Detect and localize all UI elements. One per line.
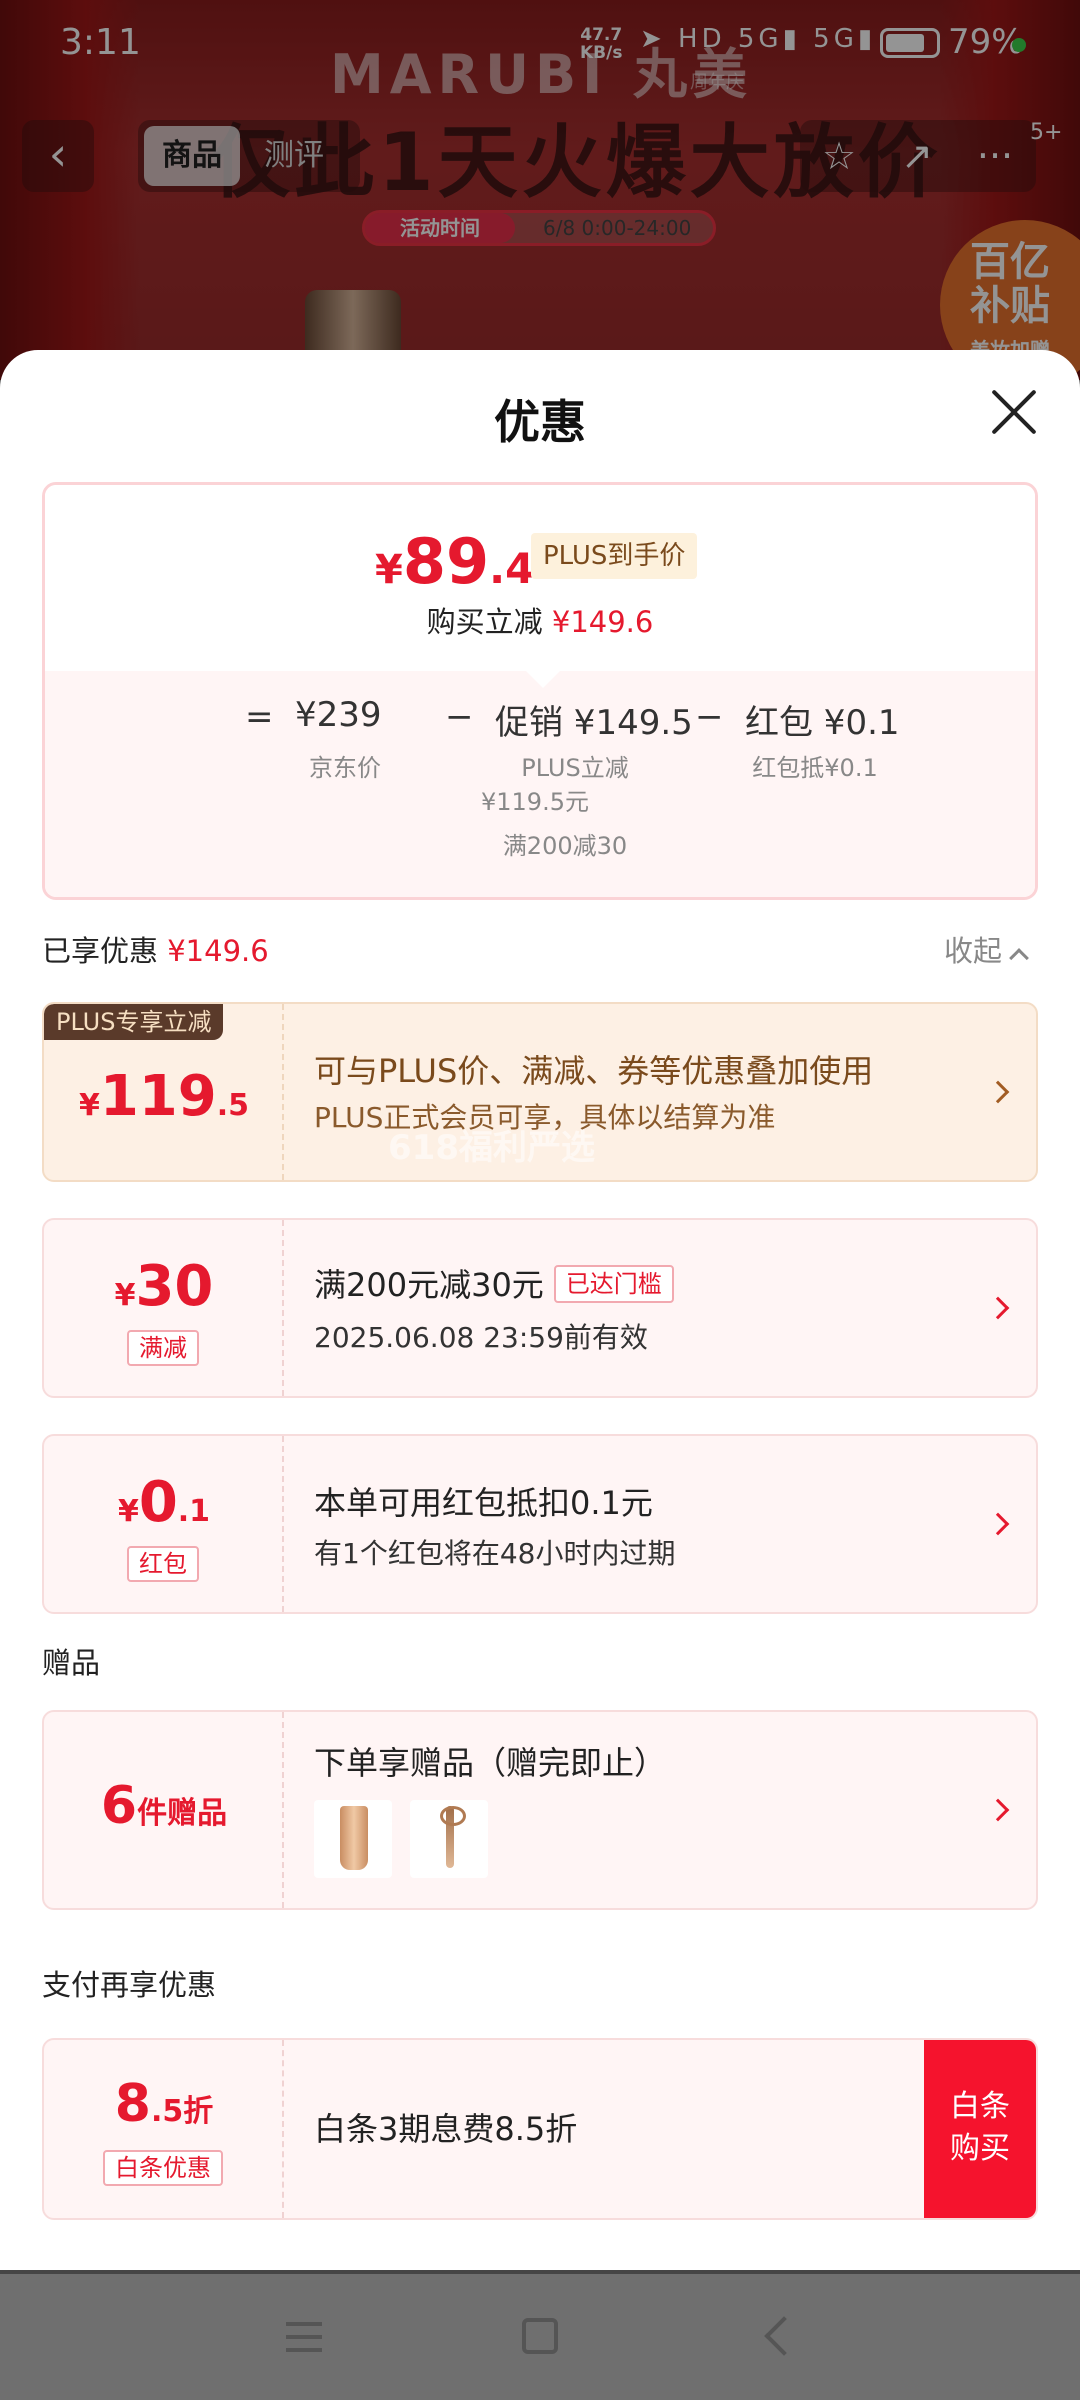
full-reduction-title: 满200元减30元 已达门槛	[314, 1260, 674, 1306]
redpacket-sub: 红包抵¥0.1	[752, 754, 878, 782]
enjoyed-discount: 已享优惠 ¥149.6	[42, 928, 269, 970]
watermark-text: 618福利严选	[388, 1128, 595, 1168]
gift-thumbnail-tool	[410, 1800, 488, 1878]
baitiao-buy-button[interactable]: 白条 购买	[924, 2040, 1036, 2218]
redpacket-card-left: ¥0.1 红包	[44, 1436, 284, 1612]
plus-amount-int: 119	[99, 1064, 217, 1129]
plus-price-tag: PLUS到手价	[531, 533, 698, 579]
plus-discount-amount: ¥119.5	[44, 1064, 284, 1129]
collapse-button[interactable]: 收起	[944, 928, 1029, 970]
promo-sub-plus: PLUS立减	[521, 754, 629, 782]
threshold-reached-badge: 已达门槛	[553, 1265, 674, 1303]
collapse-label: 收起	[944, 934, 1003, 968]
baitiao-card-content: 白条3期息费8.5折	[314, 2040, 996, 2218]
baitiao-card-left: 8.5折 白条优惠	[44, 2040, 284, 2218]
gift-title: 下单享赠品（赠完即止）	[314, 1744, 667, 1782]
menu-icon[interactable]	[286, 2322, 322, 2352]
redpacket-title: 本单可用红包抵扣0.1元	[314, 1484, 653, 1522]
plus-exclusive-tag: PLUS专享立减	[44, 1004, 224, 1040]
baitiao-discount-dec: .5折	[150, 2094, 214, 2129]
close-icon[interactable]	[988, 386, 1040, 438]
summary-breakdown: = ¥239 京东价 − 促销 ¥149.5 PLUS立减 ¥119.5元 满2…	[45, 671, 1035, 897]
redpacket-amount-dec: .1	[177, 1494, 211, 1529]
system-nav-bar	[0, 2274, 1080, 2400]
buy-reduce-label: 购买立减	[426, 605, 543, 639]
minus-sign: −	[445, 697, 474, 737]
sheet-title: 优惠	[494, 395, 586, 449]
promo-sub-amount: ¥119.5元	[481, 788, 589, 816]
redpacket-card[interactable]: ¥0.1 红包 本单可用红包抵扣0.1元 有1个红包将在48小时内过期	[42, 1434, 1038, 1614]
redpacket-card-content: 本单可用红包抵扣0.1元 有1个红包将在48小时内过期	[314, 1436, 996, 1612]
full-reduction-card[interactable]: ¥30 满减 满200元减30元 已达门槛 2025.06.08 23:59前有效	[42, 1218, 1038, 1398]
final-price-dec: .4	[489, 544, 535, 593]
final-price-currency: ¥	[375, 547, 403, 593]
redpacket-tag: 红包	[127, 1546, 199, 1582]
price-summary: ¥89.4 PLUS到手价 购买立减 ¥149.6 = ¥239 京东价 − 促…	[42, 482, 1038, 900]
pay-section-label: 支付再享优惠	[42, 1968, 217, 2002]
gift-card[interactable]: 6件赠品 下单享赠品（赠完即止）	[42, 1710, 1038, 1910]
summary-top: ¥89.4 PLUS到手价 购买立减 ¥149.6	[45, 485, 1035, 671]
buy-reduce: 购买立减 ¥149.6	[45, 599, 1035, 641]
redpacket-amount: ¥0.1	[44, 1470, 284, 1535]
enjoyed-value: ¥149.6	[167, 934, 269, 968]
baitiao-title: 白条3期息费8.5折	[314, 2110, 578, 2148]
buy-reduce-value: ¥149.6	[551, 605, 654, 639]
redpacket-expiry: 有1个红包将在48小时内过期	[314, 1537, 676, 1570]
gift-count-number: 6	[100, 1776, 138, 1836]
gift-count: 6件赠品	[44, 1776, 284, 1836]
chevron-up-icon	[1009, 948, 1029, 968]
baitiao-tag: 白条优惠	[103, 2150, 223, 2186]
plus-amount-dec: .5	[216, 1088, 250, 1123]
full-reduction-tag: 满减	[127, 1330, 199, 1366]
promo-sub-full: 满200减30	[502, 832, 628, 860]
final-price-int: 89	[402, 525, 490, 598]
full-amount-currency: ¥	[114, 1278, 136, 1313]
back-icon[interactable]	[764, 2316, 804, 2356]
tool-image	[440, 1806, 466, 1868]
jd-price-label: 京东价	[309, 754, 381, 782]
full-card-content: 满200元减30元 已达门槛 2025.06.08 23:59前有效	[314, 1220, 996, 1396]
discount-sheet: 优惠 ¥89.4 PLUS到手价 购买立减 ¥149.6 = ¥239 京东价 …	[0, 350, 1080, 2270]
full-reduction-title-text: 满200元减30元	[314, 1266, 544, 1304]
baitiao-discount-int: 8	[114, 2074, 151, 2134]
plus-card-title: 可与PLUS价、满减、券等优惠叠加使用	[314, 1052, 874, 1090]
redpacket-amount-int: 0	[138, 1470, 178, 1535]
tube-image	[340, 1806, 368, 1870]
baitiao-discount: 8.5折	[44, 2074, 284, 2134]
gifts-section-label: 赠品	[42, 1646, 101, 1680]
gift-thumbnail-tube	[314, 1800, 392, 1878]
gift-count-unit: 件赠品	[137, 1796, 228, 1831]
equals-sign: =	[245, 697, 274, 737]
promo-value: 促销 ¥149.5	[495, 703, 693, 743]
redpacket-value: 红包 ¥0.1	[745, 703, 900, 743]
baitiao-card[interactable]: 8.5折 白条优惠 白条3期息费8.5折 白条 购买	[42, 2038, 1038, 2220]
gift-card-content: 下单享赠品（赠完即止）	[314, 1712, 996, 1908]
full-reduction-amount: ¥30	[44, 1254, 284, 1319]
final-price: ¥89.4	[375, 525, 534, 598]
full-amount-int: 30	[135, 1254, 214, 1319]
minus-sign: −	[695, 697, 724, 737]
home-icon[interactable]	[522, 2318, 558, 2354]
enjoyed-label: 已享优惠	[42, 934, 159, 968]
full-reduction-expiry: 2025.06.08 23:59前有效	[314, 1321, 648, 1354]
full-card-left: ¥30 满减	[44, 1220, 284, 1396]
gift-card-left: 6件赠品	[44, 1712, 284, 1908]
plus-amount-currency: ¥	[78, 1088, 100, 1123]
jd-price: ¥239	[295, 695, 382, 735]
redpacket-amount-currency: ¥	[117, 1494, 139, 1529]
